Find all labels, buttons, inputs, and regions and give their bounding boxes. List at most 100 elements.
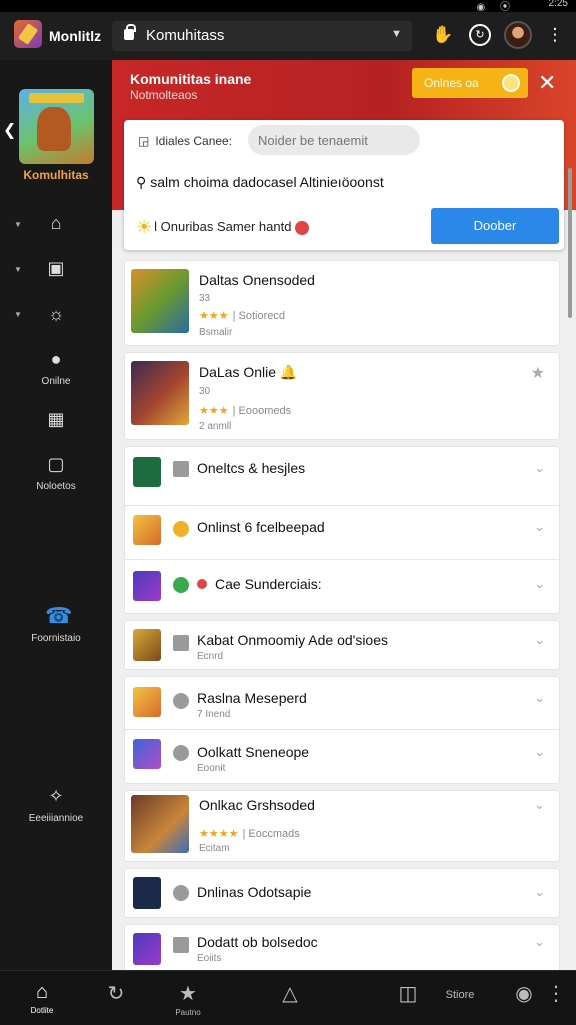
close-icon[interactable]: ✕	[538, 70, 556, 96]
list-item[interactable]: Onlkac Grshsoded ★★★★ | Eoccmads Ecitam ⌄	[124, 790, 560, 862]
game-thumbnail	[131, 361, 189, 425]
profile-icon: ◉	[515, 983, 533, 1005]
nav-profile[interactable]: ◉	[506, 971, 542, 1025]
user-icon: ●	[50, 349, 62, 369]
sidebar-item-games[interactable]: ☼	[0, 303, 112, 325]
list-item-title: Dodatt ob bolsedoc	[197, 934, 318, 950]
nav-home[interactable]: ⌂ Dotlite	[20, 971, 64, 1025]
nav-explore[interactable]: △	[270, 971, 310, 1025]
app-thumbnail	[133, 515, 161, 545]
nav-featured[interactable]: ★ Pautno	[166, 971, 210, 1025]
nav-label: Dotlite	[30, 1006, 54, 1015]
list-item[interactable]: Kabat Onmoomiy Ade od'sioes Ecnrd ⌄	[124, 620, 560, 670]
app-thumbnail	[133, 687, 161, 717]
search-icon: ⚲	[136, 174, 147, 190]
chevron-down-icon[interactable]: ⌄	[534, 744, 545, 760]
list-item-title: Dnlinas Odotsapie	[197, 884, 312, 900]
alert-badge-icon: ​	[295, 220, 310, 235]
sync-icon[interactable]: ↻	[469, 24, 491, 46]
hero-subtitle: Notmolteaos	[130, 88, 198, 102]
search-label: ◲ Idiales Canee:	[138, 134, 232, 148]
rating-text: | Sotiorecd	[232, 310, 285, 322]
more-vert-icon[interactable]: ⋮	[544, 24, 566, 46]
app-type-icon	[173, 745, 189, 761]
sidebar-item-online[interactable]: ● Onilne	[0, 348, 112, 387]
chevron-down-icon[interactable]: ⌄	[534, 797, 545, 813]
nav-tablet[interactable]: ◫	[388, 971, 428, 1025]
search-submit-button[interactable]: Doober	[431, 208, 559, 244]
app-type-icon	[173, 937, 189, 953]
list-item-meta: 33	[199, 293, 211, 304]
list-item-title: Daltas Onensoded	[199, 272, 315, 288]
rating-stars: ★★★ | Sotiorecd	[199, 309, 285, 322]
sidebar-item-box[interactable]: ▣	[0, 257, 112, 279]
list-group: Raslna Meseperd 7 Inend ⌄ Oolkatt Sneneo…	[124, 676, 560, 784]
sidebar-item-stats[interactable]: ▦	[0, 408, 112, 430]
list-item-meta: 7 Inend	[197, 709, 231, 720]
list-item[interactable]: Dodatt ob bolsedoc Eoiits ⌄	[124, 924, 560, 970]
rating-stars: ★★★ | Eooomeds	[199, 404, 291, 417]
chevron-down-icon[interactable]: ⌄	[534, 519, 545, 535]
home-icon: ⌂	[50, 213, 62, 233]
rating-text: | Eoccmads	[242, 828, 300, 840]
list-item-meta: Eoonit	[197, 763, 226, 774]
game-cover-image[interactable]	[19, 89, 94, 164]
sidebar-item-home[interactable]: ⌂	[0, 212, 112, 234]
search-query[interactable]: ⚲ salm choima dadocasel Altinieıöoonst	[136, 174, 384, 191]
list-item-sub: Ecitam	[199, 843, 230, 854]
list-item-sub: 2 anmll	[199, 421, 232, 432]
chevron-down-icon[interactable]: ⌄	[534, 934, 545, 950]
app-name: Monlitlz	[49, 28, 102, 44]
nav-more[interactable]: ⋮	[546, 971, 566, 1025]
app-type-icon	[173, 461, 189, 477]
list-item-meta: Eoiits	[197, 953, 222, 964]
address-text: Komuhitass	[146, 27, 225, 44]
app-thumbnail	[133, 571, 161, 601]
search-hint: ☀l Onuribas Samer hantd​	[136, 217, 310, 238]
address-bar[interactable]: Komuhitass ▼	[112, 21, 412, 51]
divider	[125, 559, 559, 560]
avatar[interactable]	[504, 21, 532, 49]
back-chevron-icon[interactable]: ❮	[3, 120, 16, 140]
list-item[interactable]: DaLas Onlie 🔔 30 ★★★ | Eooomeds 2 anmll ★	[124, 352, 560, 440]
nav-refresh[interactable]: ↻	[96, 971, 136, 1025]
app-thumbnail	[133, 933, 161, 965]
game-thumbnail	[131, 795, 189, 853]
pin-icon[interactable]: ★	[531, 363, 545, 383]
filter-icon: ◲	[138, 134, 150, 148]
tablet-icon: ◫	[398, 983, 418, 1005]
app-type-icon	[173, 635, 189, 651]
list-item-title: Oneltcs & hesjles	[197, 460, 306, 476]
online-button[interactable]: Onlnes oa	[412, 68, 528, 98]
chevron-down-icon[interactable]: ⌄	[534, 576, 545, 592]
app-logo[interactable]	[14, 20, 42, 48]
screen-icon: ▢	[47, 454, 65, 474]
list-item[interactable]: Daltas Onensoded 33 ★★★ | Sotiorecd Bsmal…	[124, 260, 560, 346]
chevron-down-icon[interactable]: ▼	[391, 28, 402, 40]
top-bar: Monlitlz Komuhitass ▼ ✋ ↻ ⋮	[0, 12, 576, 60]
nav-store[interactable]: Stiore	[436, 971, 484, 1025]
chevron-down-icon[interactable]: ⌄	[534, 460, 545, 476]
sidebar-item-label: Onilne	[41, 376, 71, 387]
list-item-title: Oolkatt Sneneope	[197, 744, 310, 760]
app-thumbnail	[133, 877, 161, 909]
cover-hero	[37, 107, 71, 151]
sidebar-item-extensions[interactable]: ✧ Eeeiiiannioe	[0, 785, 112, 824]
hand-icon[interactable]: ✋	[432, 24, 454, 46]
sidebar-item-notes[interactable]: ▢ Noloetos	[0, 453, 112, 492]
more-vert-icon: ⋮	[546, 983, 566, 1005]
list-item[interactable]: Dnlinas Odotsapie ⌄	[124, 868, 560, 918]
list-item-title: Cae Sunderciais:	[215, 576, 322, 592]
list-item-sub: Bsmalir	[199, 327, 233, 338]
search-card: ◲ Idiales Canee: ⚲salm choima dadocasel A…	[124, 120, 564, 250]
rating-stars-value: ★★★★	[199, 828, 239, 840]
search-input[interactable]	[248, 125, 420, 155]
chevron-down-icon[interactable]: ⌄	[534, 632, 545, 648]
alert-dot-icon	[197, 579, 207, 589]
sidebar-item-label: Foornistaio	[31, 633, 81, 644]
game-thumbnail	[131, 269, 189, 333]
sidebar-item-forum[interactable]: ☎ Foornistaio	[0, 605, 112, 645]
chevron-down-icon[interactable]: ⌄	[534, 884, 545, 900]
scrollbar[interactable]	[568, 168, 572, 318]
chevron-down-icon[interactable]: ⌄	[534, 690, 545, 706]
